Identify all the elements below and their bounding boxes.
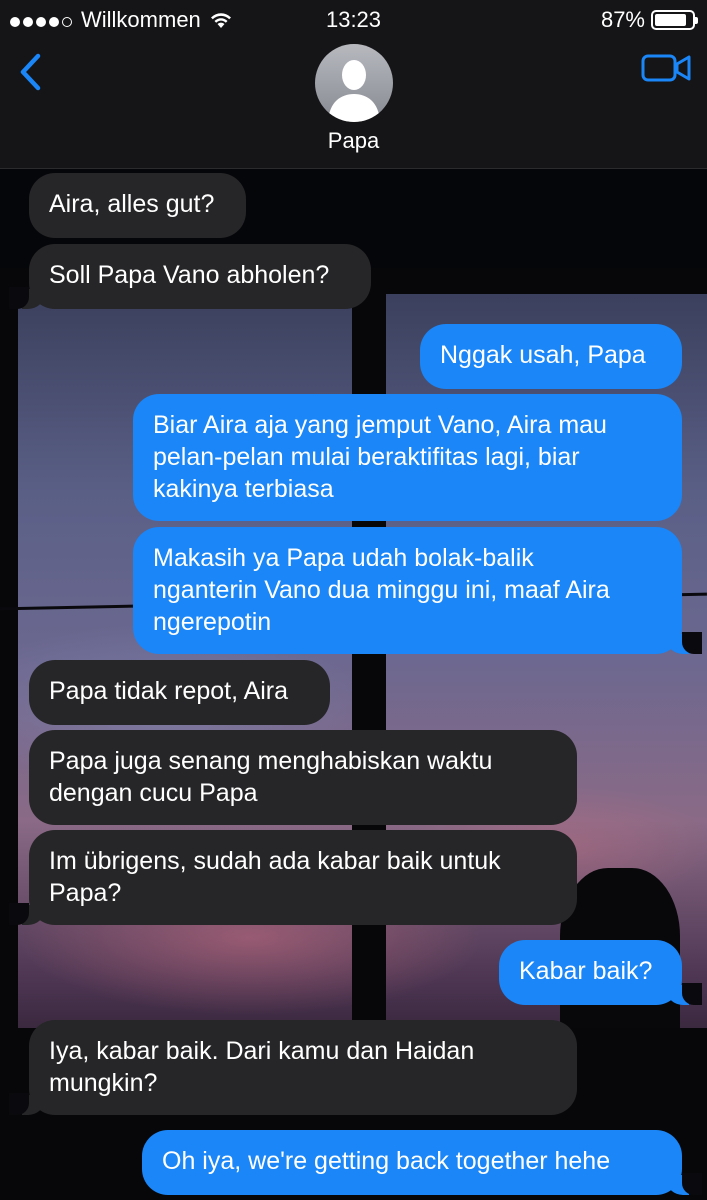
battery-fill bbox=[655, 14, 686, 26]
person-silhouette-icon bbox=[328, 60, 380, 122]
outgoing-message[interactable]: Nggak usah, Papa bbox=[420, 324, 682, 389]
incoming-message[interactable]: Iya, kabar baik. Dari kamu dan Haidan mu… bbox=[9, 1020, 577, 1115]
conversation-header: Papa bbox=[0, 40, 707, 169]
contact-avatar[interactable] bbox=[315, 44, 393, 122]
video-camera-icon[interactable] bbox=[640, 50, 692, 86]
outgoing-message[interactable]: Oh iya, we're getting back together hehe bbox=[142, 1130, 702, 1195]
incoming-message[interactable]: Im übrigens, sudah ada kabar baik untuk … bbox=[9, 830, 577, 925]
incoming-message[interactable]: Aira, alles gut? bbox=[29, 173, 246, 238]
incoming-message[interactable]: Papa tidak repot, Aira bbox=[29, 660, 330, 725]
outgoing-message[interactable]: Biar Aira aja yang jemput Vano, Aira mau… bbox=[133, 394, 682, 521]
outgoing-message[interactable]: Kabar baik? bbox=[499, 940, 702, 1005]
incoming-message[interactable]: Papa juga senang menghabiskan waktu deng… bbox=[29, 730, 577, 825]
incoming-message[interactable]: Soll Papa Vano abholen? bbox=[9, 244, 371, 309]
contact-name[interactable]: Papa bbox=[0, 128, 707, 154]
chevron-left-icon[interactable] bbox=[14, 50, 48, 94]
outgoing-message[interactable]: Makasih ya Papa udah bolak-balik nganter… bbox=[133, 527, 702, 654]
battery-percentage: 87% bbox=[600, 7, 645, 32]
status-bar: Willkommen 13:23 87% bbox=[0, 0, 707, 40]
battery-icon bbox=[651, 10, 698, 30]
